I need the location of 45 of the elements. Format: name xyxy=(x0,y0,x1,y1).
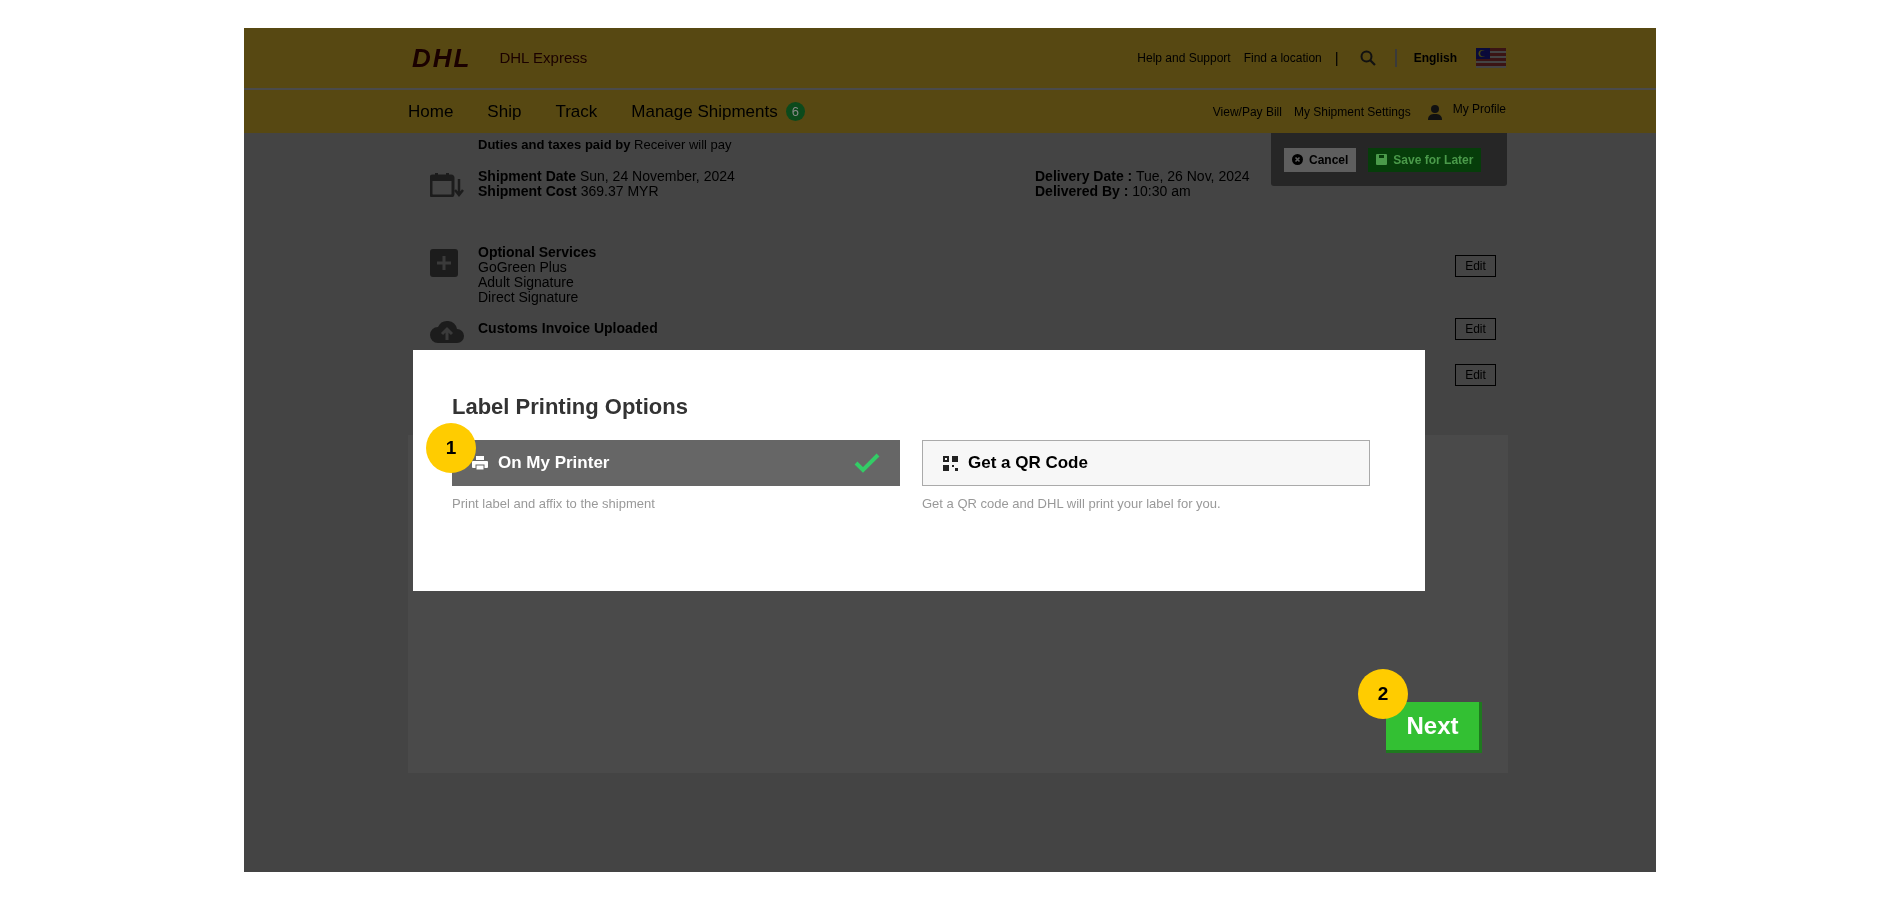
info-text: Shipment Date Sun, 24 November, 2024 xyxy=(478,169,736,184)
printer-icon xyxy=(472,456,488,470)
person-icon[interactable] xyxy=(1426,103,1443,120)
next-button[interactable]: Next xyxy=(1386,702,1482,753)
info-text: Delivery Date : Tue, 26 Nov, 2024 xyxy=(1035,169,1250,184)
nav-link[interactable]: My Shipment Settings xyxy=(1293,102,1411,121)
language-link[interactable]: English xyxy=(1413,49,1457,67)
nav-link[interactable]: Home xyxy=(408,98,454,125)
save-button[interactable]: Save for Later xyxy=(1368,147,1482,172)
option-button[interactable]: Get a QR Code xyxy=(922,440,1370,486)
info-text: Shipment Cost 369.37 MYR xyxy=(478,184,660,199)
profile-link[interactable]: My Profile xyxy=(1452,99,1506,118)
section-title: Customs Invoice Uploaded xyxy=(478,319,659,336)
service-item: GoGreen Plus xyxy=(478,260,568,275)
edit-button[interactable]: Edit xyxy=(1455,364,1496,386)
section-title: Optional Services xyxy=(478,245,598,260)
separator: | xyxy=(1334,47,1339,68)
floppy-icon xyxy=(1376,154,1388,165)
info-text: Duties and taxes paid by Receiver will pay xyxy=(478,136,732,155)
option-description: Get a QR code and DHL will print your label for you. xyxy=(922,495,1222,513)
cancel-button[interactable]: Cancel xyxy=(1284,147,1357,172)
logo[interactable]: DHL xyxy=(408,45,476,71)
top-link[interactable]: Find a location xyxy=(1243,49,1322,67)
nav-link[interactable]: View/Pay Bill xyxy=(1212,102,1282,121)
check-icon xyxy=(854,453,880,473)
option-description: Print label and affix to the shipment xyxy=(452,495,656,513)
cloud-upload-icon xyxy=(430,319,464,343)
nav-link[interactable]: Ship xyxy=(487,98,522,125)
service-item: Direct Signature xyxy=(478,290,580,305)
info-text: Delivered By : 10:30 am xyxy=(1035,184,1192,199)
search-icon[interactable] xyxy=(1359,50,1376,66)
dialog-title: Label Printing Options xyxy=(452,393,689,421)
count-badge: 6 xyxy=(785,102,805,121)
nav-link[interactable]: Manage Shipments xyxy=(631,98,778,125)
edit-button[interactable]: Edit xyxy=(1455,318,1496,340)
edit-button[interactable]: Edit xyxy=(1455,255,1496,277)
nav-link[interactable]: Track xyxy=(555,98,598,125)
calendar-icon xyxy=(430,173,464,197)
plus-icon xyxy=(430,249,458,277)
close-icon xyxy=(1292,154,1303,165)
top-link[interactable]: Help and Support xyxy=(1137,49,1231,67)
service-item: Adult Signature xyxy=(478,275,575,290)
brand-name: DHL Express xyxy=(499,47,588,68)
flag-icon[interactable] xyxy=(1476,48,1506,68)
qr-code-icon xyxy=(943,455,958,471)
